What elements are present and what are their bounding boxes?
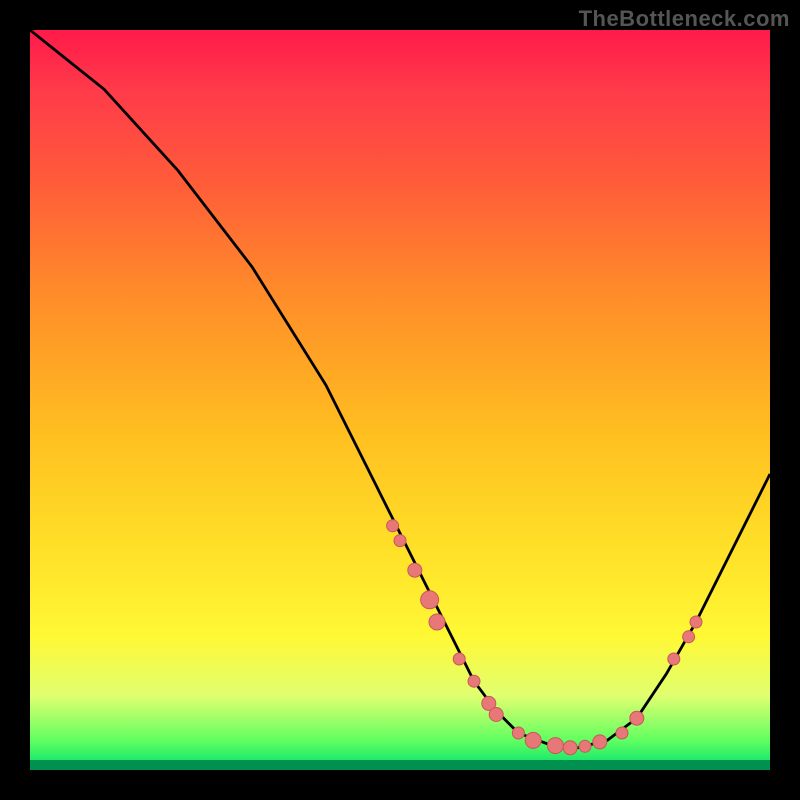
curve-marker bbox=[429, 614, 445, 630]
chart-area bbox=[30, 30, 770, 770]
curve-marker bbox=[421, 591, 439, 609]
curve-marker bbox=[630, 711, 644, 725]
bottleneck-curve bbox=[30, 30, 770, 748]
attribution-label: TheBottleneck.com bbox=[579, 6, 790, 32]
curve-marker bbox=[683, 631, 695, 643]
curve-marker bbox=[668, 653, 680, 665]
curve-marker bbox=[512, 727, 524, 739]
curve-marker bbox=[563, 741, 577, 755]
curve-marker bbox=[489, 708, 503, 722]
curve-markers bbox=[387, 520, 702, 755]
curve-marker bbox=[468, 675, 480, 687]
curve-marker bbox=[690, 616, 702, 628]
curve-marker bbox=[547, 738, 563, 754]
curve-marker bbox=[579, 740, 591, 752]
curve-marker bbox=[453, 653, 465, 665]
curve-marker bbox=[408, 563, 422, 577]
curve-marker bbox=[593, 735, 607, 749]
curve-marker bbox=[387, 520, 399, 532]
curve-marker bbox=[525, 732, 541, 748]
curve-marker bbox=[394, 535, 406, 547]
curve-marker bbox=[616, 727, 628, 739]
chart-svg bbox=[30, 30, 770, 770]
